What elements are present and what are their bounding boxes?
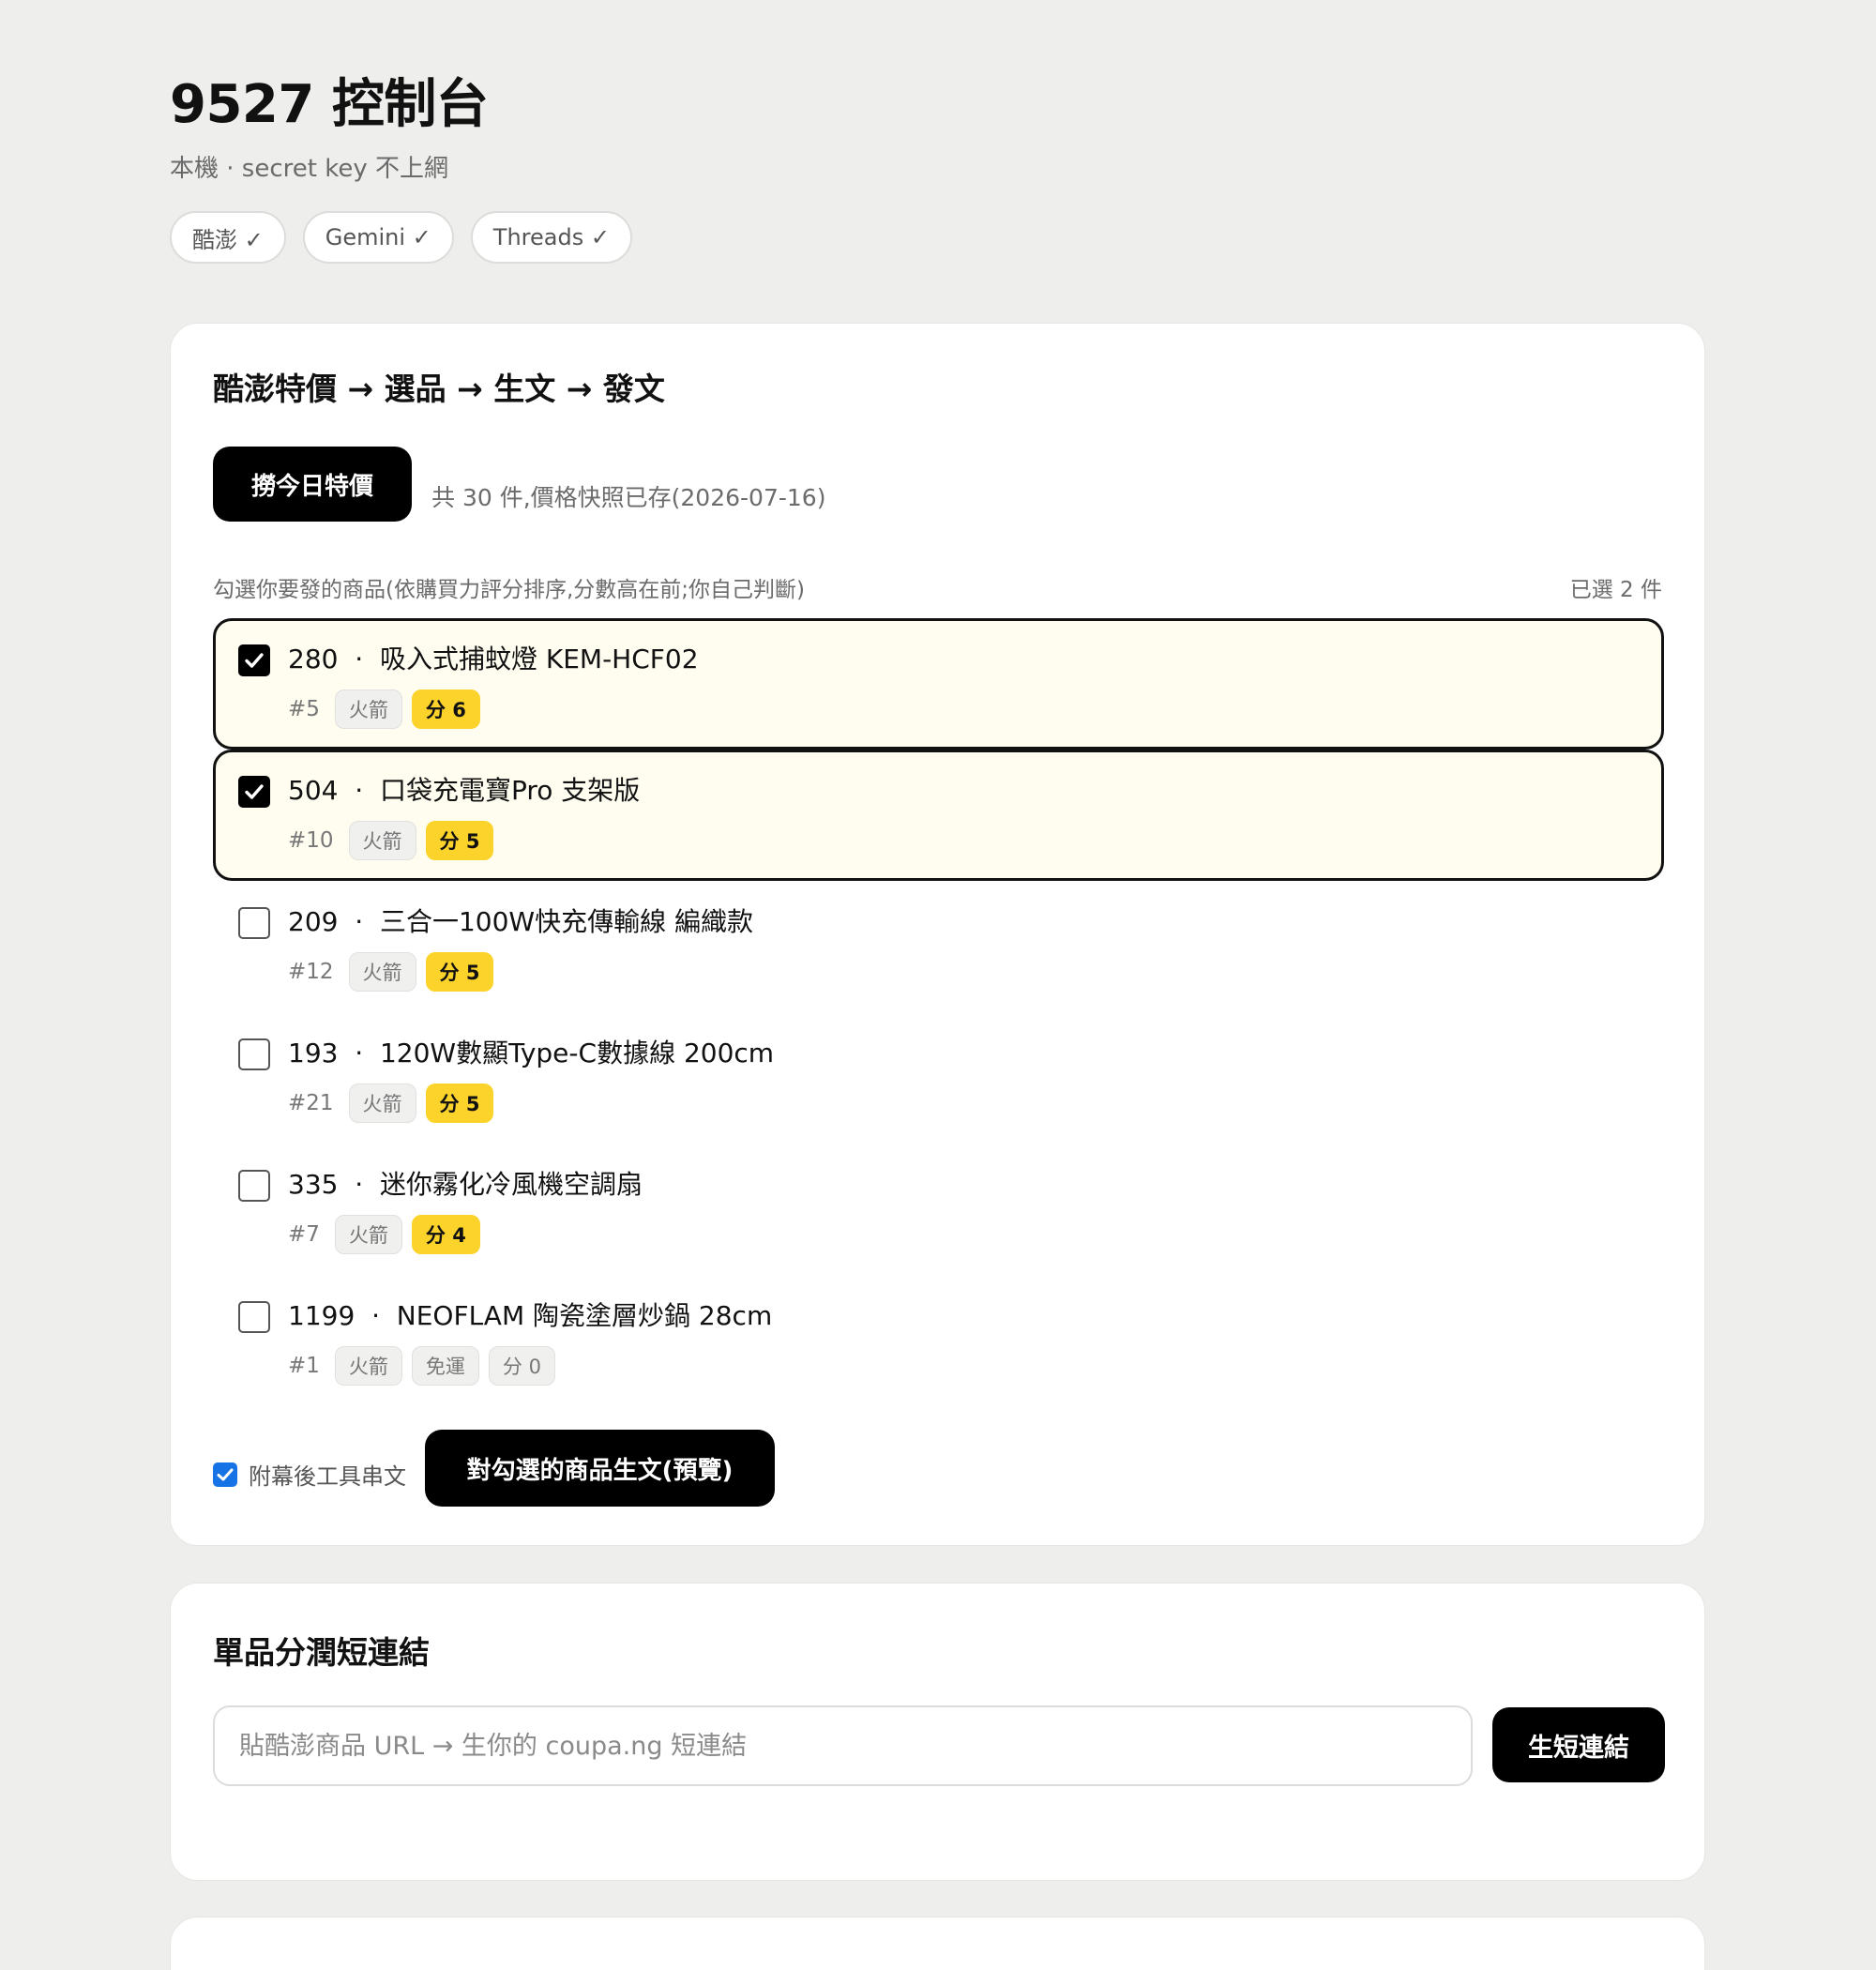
attach-tools-checkbox[interactable]	[213, 1462, 237, 1487]
product-rank: #21	[288, 1091, 334, 1115]
product-row[interactable]: 1199 · NEOFLAM 陶瓷塗層炒鍋 28cm #1 火箭 免運分 0	[213, 1275, 1664, 1406]
pipeline-title: 酷澎特價 → 選品 → 生文 → 發文	[213, 371, 665, 407]
product-rank: #1	[288, 1354, 320, 1378]
selected-count: 已選 2 件	[1569, 578, 1662, 602]
product-tag: 火箭	[348, 821, 416, 860]
product-tag: 火箭	[334, 690, 402, 729]
fetch-deals-button[interactable]: 撈今日特價	[213, 447, 412, 522]
product-price: 335	[288, 1169, 339, 1200]
product-checkbox[interactable]	[238, 776, 270, 808]
product-row[interactable]: 504 · 口袋充電寶Pro 支架版 #10 火箭分 5	[213, 750, 1664, 881]
product-checkbox[interactable]	[238, 1170, 270, 1202]
product-tag: 火箭	[334, 1346, 402, 1386]
product-name: NEOFLAM 陶瓷塗層炒鍋 28cm	[396, 1300, 773, 1331]
product-title: 209 · 三合一100W快充傳輸線 編織款	[288, 904, 753, 940]
product-meta: #1 火箭 免運分 0	[288, 1346, 555, 1386]
generate-preview-button[interactable]: 對勾選的商品生文(預覽)	[425, 1430, 775, 1507]
product-name: 口袋充電寶Pro 支架版	[379, 775, 641, 806]
attach-tools-label: 附幕後工具串文	[249, 1463, 406, 1490]
product-checkbox[interactable]	[238, 1038, 270, 1070]
page-title: 9527 控制台	[170, 74, 489, 135]
check-icon	[217, 1468, 234, 1480]
product-tag: 火箭	[348, 952, 416, 992]
title-separator: ·	[338, 1169, 380, 1200]
shortlink-card: 單品分潤短連結 生短連結	[170, 1583, 1705, 1881]
product-checkbox[interactable]	[238, 907, 270, 939]
product-rank: #5	[288, 697, 320, 721]
product-row[interactable]: 193 · 120W數顯Type-C數據線 200cm #21 火箭分 5	[213, 1012, 1664, 1144]
product-title: 193 · 120W數顯Type-C數據線 200cm	[288, 1036, 774, 1071]
title-separator: ·	[338, 644, 380, 674]
pipeline-card: 酷澎特價 → 選品 → 生文 → 發文 撈今日特價 共 30 件,價格快照已存(…	[170, 323, 1705, 1546]
product-title: 335 · 迷你霧化冷風機空調扇	[288, 1167, 643, 1203]
product-meta: #10 火箭分 5	[288, 821, 494, 860]
product-tag: 火箭	[334, 1215, 402, 1254]
product-rank: #12	[288, 960, 334, 984]
title-separator: ·	[338, 775, 380, 806]
product-price: 280	[288, 644, 339, 674]
product-title: 504 · 口袋充電寶Pro 支架版	[288, 773, 640, 809]
product-score-badge: 分 5	[425, 1084, 494, 1123]
title-separator: ·	[338, 1038, 380, 1068]
title-separator: ·	[338, 906, 380, 937]
product-url-input[interactable]	[213, 1705, 1473, 1786]
status-chip-threads: Threads ✓	[470, 211, 632, 264]
product-tag: 火箭	[348, 1084, 416, 1123]
product-name: 三合一100W快充傳輸線 編織款	[379, 906, 753, 937]
product-checkbox[interactable]	[238, 1301, 270, 1333]
shortlink-title: 單品分潤短連結	[213, 1634, 430, 1671]
generate-shortlink-button[interactable]: 生短連結	[1492, 1707, 1665, 1782]
product-tag: 免運	[411, 1346, 479, 1386]
product-price: 1199	[288, 1300, 356, 1331]
product-score-badge: 分 0	[488, 1346, 555, 1386]
product-title: 280 · 吸入式捕蚊燈 KEM-HCF02	[288, 642, 699, 677]
product-meta: #12 火箭分 5	[288, 952, 494, 992]
product-row[interactable]: 335 · 迷你霧化冷風機空調扇 #7 火箭分 4	[213, 1144, 1664, 1275]
product-meta: #21 火箭分 5	[288, 1084, 494, 1123]
status-chip-gemini: Gemini ✓	[302, 211, 454, 264]
product-score-badge: 分 6	[411, 690, 480, 729]
page-header: 9527 控制台 本機 · secret key 不上網 酷澎 ✓ Gemini…	[170, 71, 632, 264]
product-score-badge: 分 5	[425, 821, 494, 860]
product-meta: #7 火箭分 4	[288, 1215, 480, 1254]
product-name: 吸入式捕蚊燈 KEM-HCF02	[379, 644, 699, 674]
check-icon	[245, 784, 264, 799]
product-title: 1199 · NEOFLAM 陶瓷塗層炒鍋 28cm	[288, 1298, 772, 1334]
product-row[interactable]: 209 · 三合一100W快充傳輸線 編織款 #12 火箭分 5	[213, 881, 1664, 1012]
product-meta: #5 火箭分 6	[288, 690, 480, 729]
list-hint: 勾選你要發的商品(依購買力評分排序,分數高在前;你自己判斷)	[213, 578, 806, 602]
attach-tools-option[interactable]: 附幕後工具串文	[213, 1458, 406, 1491]
product-score-badge: 分 5	[425, 952, 494, 992]
product-price: 193	[288, 1038, 339, 1068]
product-rank: #7	[288, 1222, 320, 1247]
dashboard-page: 9527 控制台 本機 · secret key 不上網 酷澎 ✓ Gemini…	[0, 0, 1876, 1970]
product-name: 120W數顯Type-C數據線 200cm	[379, 1038, 775, 1068]
status-chip-coupang: 酷澎 ✓	[170, 211, 286, 264]
title-separator: ·	[355, 1300, 397, 1331]
product-name: 迷你霧化冷風機空調扇	[379, 1169, 643, 1200]
status-chips: 酷澎 ✓ Gemini ✓ Threads ✓	[170, 211, 632, 264]
next-card	[170, 1917, 1705, 1970]
product-price: 209	[288, 906, 339, 937]
product-score-badge: 分 4	[411, 1215, 480, 1254]
product-checkbox[interactable]	[238, 644, 270, 676]
product-row[interactable]: 280 · 吸入式捕蚊燈 KEM-HCF02 #5 火箭分 6	[213, 618, 1664, 750]
fetch-info-text: 共 30 件,價格快照已存(2026-07-16)	[431, 484, 826, 511]
product-price: 504	[288, 775, 339, 806]
page-subtitle: 本機 · secret key 不上網	[170, 155, 448, 183]
check-icon	[245, 653, 264, 668]
product-rank: #10	[288, 828, 334, 853]
